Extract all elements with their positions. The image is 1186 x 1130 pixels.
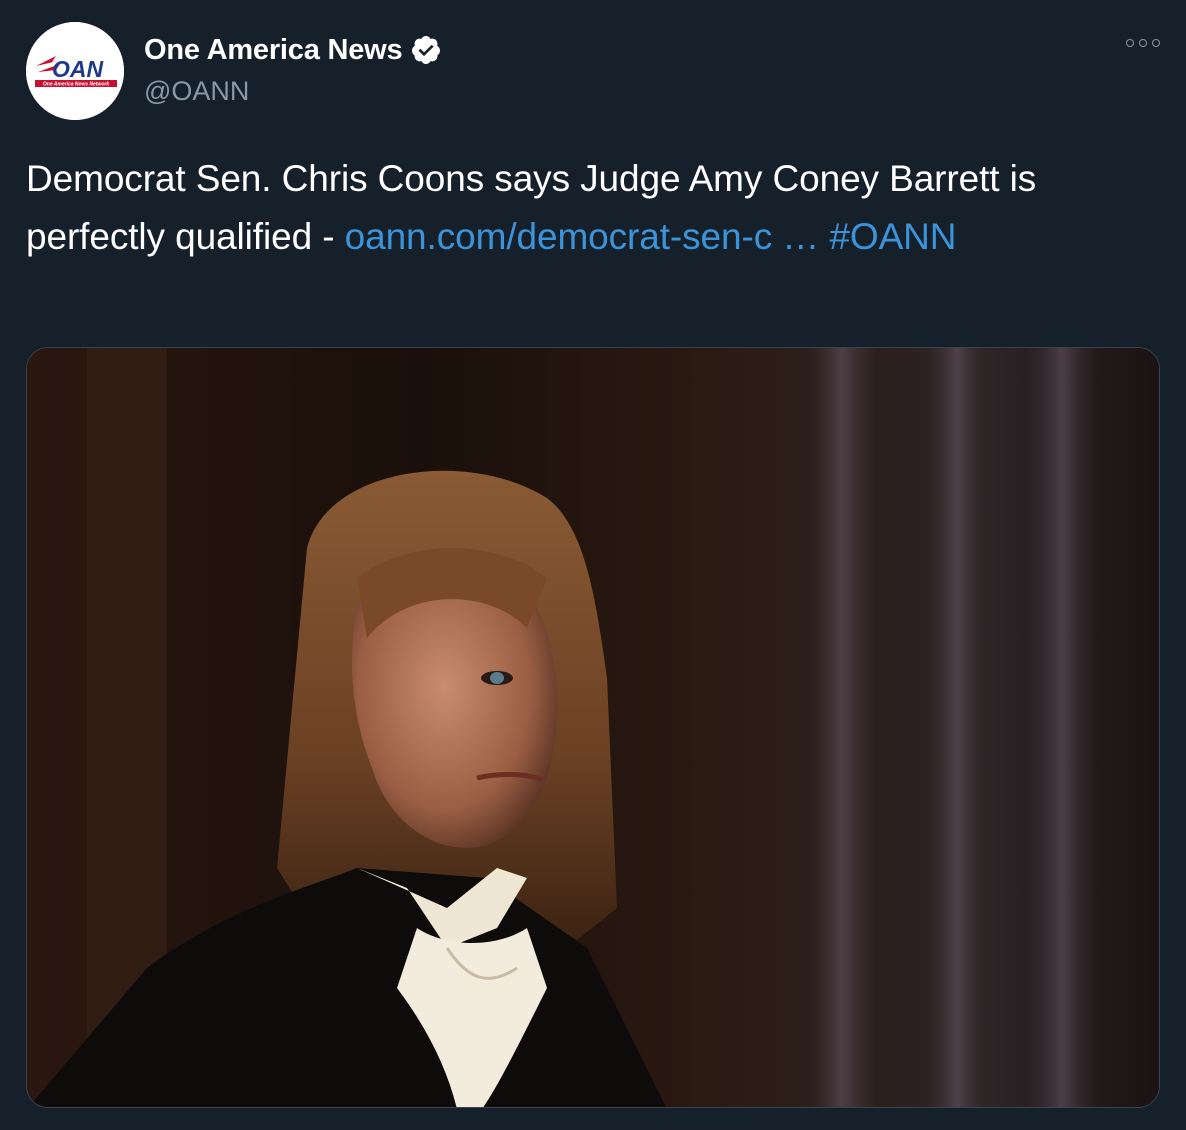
display-name-row: One America News [144, 30, 442, 70]
oan-logo-icon: OAN One America News Network [26, 22, 124, 120]
author-names: One America News @OANN [144, 30, 442, 107]
oan-logo-text: OAN [52, 56, 104, 82]
photo-portrait-image [27, 348, 1159, 1107]
oan-logo-subtext: One America News Network [43, 82, 109, 88]
handle[interactable]: @OANN [144, 76, 442, 107]
avatar[interactable]: OAN One America News Network [26, 22, 124, 120]
more-dot [1139, 39, 1147, 47]
tweet-card: OAN One America News Network One America… [0, 0, 1186, 1130]
more-options-icon[interactable] [1126, 36, 1160, 50]
tweet-photo[interactable] [26, 347, 1160, 1108]
tweet-text: Democrat Sen. Chris Coons says Judge Amy… [26, 150, 1166, 266]
more-dot [1152, 39, 1160, 47]
verified-badge-icon [410, 34, 442, 66]
tweet-header: OAN One America News Network One America… [24, 22, 1164, 122]
hashtag-link[interactable]: #OANN [829, 216, 956, 257]
more-dot [1126, 39, 1134, 47]
tweet-link[interactable]: oann.com/democrat-sen-c … [345, 216, 820, 257]
display-name[interactable]: One America News [144, 34, 403, 67]
